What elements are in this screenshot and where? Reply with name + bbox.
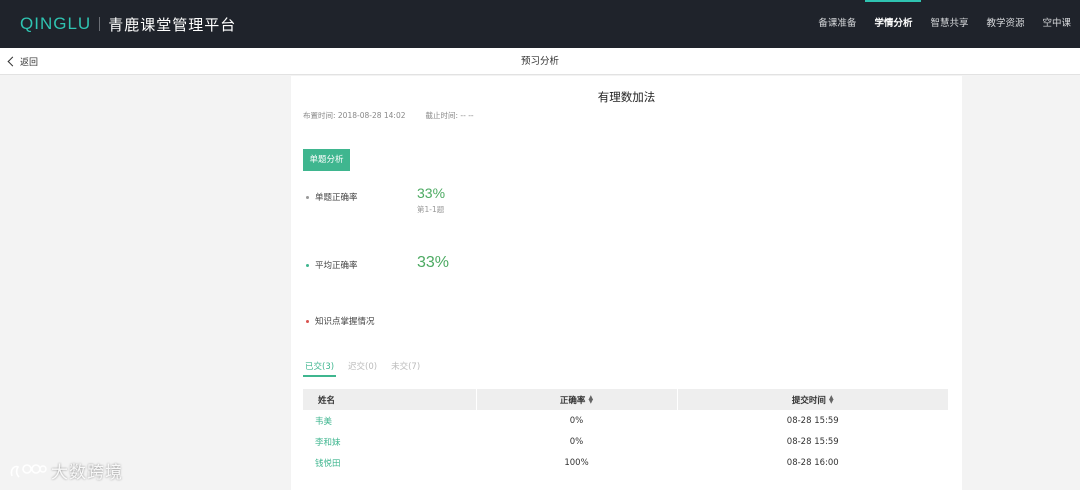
tab-late[interactable]: 迟交(0): [346, 360, 379, 377]
accuracy-cell: 0%: [569, 415, 584, 426]
nav-item-air-classroom[interactable]: 空中课: [1033, 0, 1080, 48]
table-row: 韦美 0% 08-28 15:59: [303, 410, 949, 431]
top-navbar: QINGLU 青鹿课堂管理平台 备课准备 学情分析 智慧共享 教学资源 空中课: [0, 0, 1080, 48]
student-name[interactable]: 钱悦田: [303, 452, 476, 473]
homework-title: 有理数加法: [597, 90, 656, 104]
bullet-dot: [306, 319, 309, 323]
avg-accuracy-label: 平均正确率: [306, 259, 358, 271]
tab-submitted[interactable]: 已交(3): [303, 360, 337, 377]
logo-mark: QINGLU: [20, 14, 92, 33]
col-header-accuracy-text: 正确率: [559, 395, 586, 406]
accuracy-cell: 100%: [564, 457, 589, 468]
back-label: 返回: [20, 58, 39, 68]
knowledge-mastery-label-text: 知识点掌握情况: [315, 317, 375, 327]
nav-item-teaching-resources[interactable]: 教学资源: [977, 0, 1033, 48]
sort-icon[interactable]: ▲ ▼: [829, 395, 834, 405]
assigned-time: 布置时间: 2018-08-28 14:02: [303, 111, 406, 120]
col-header-accuracy[interactable]: 正确率 ▲ ▼: [476, 389, 678, 410]
single-accuracy-label-text: 单题正确率: [315, 193, 358, 203]
bullet-dot: [306, 263, 309, 267]
analysis-card: 有理数加法 布置时间: 2018-08-28 14:02 截止时间: -- --…: [291, 76, 962, 490]
table-row: 钱悦田 100% 08-28 16:00: [303, 452, 949, 473]
sub-header: 预习分析 返回: [0, 48, 1080, 75]
page-title: 预习分析: [520, 56, 559, 67]
avg-accuracy-label-text: 平均正确率: [315, 261, 358, 271]
homework-meta: 布置时间: 2018-08-28 14:02 截止时间: -- --: [303, 110, 474, 121]
main-nav: 备课准备 学情分析 智慧共享 教学资源 空中课: [809, 0, 1080, 48]
submit-time-cell: 08-28 15:59: [786, 415, 839, 426]
back-button[interactable]: 返回: [7, 48, 38, 75]
watermark-text: 大数跨境: [51, 463, 123, 483]
knowledge-mastery-label: 知识点掌握情况: [306, 315, 375, 327]
submission-tabs: 已交(3) 迟交(0) 未交(7): [303, 360, 422, 377]
student-name[interactable]: 韦美: [303, 410, 476, 431]
submit-time-cell: 08-28 16:00: [786, 457, 839, 468]
col-header-name-text: 姓名: [318, 395, 336, 406]
bullet-dot: [306, 195, 309, 199]
single-accuracy-label: 单题正确率: [306, 191, 358, 203]
watermark: 大数跨境: [9, 458, 123, 483]
single-question-analysis-tag[interactable]: 单题分析: [303, 149, 350, 171]
brand-logo[interactable]: QINGLU 青鹿课堂管理平台: [20, 13, 236, 35]
avg-accuracy-value: 33%: [417, 254, 450, 271]
col-header-submit-time[interactable]: 提交时间 ▲ ▼: [677, 389, 949, 410]
sort-icon[interactable]: ▲ ▼: [588, 395, 593, 405]
table-header-row: 姓名 正确率 ▲ ▼ 提交时间 ▲ ▼: [303, 389, 949, 410]
single-accuracy-value: 33%: [417, 185, 446, 201]
col-header-submit-time-text: 提交时间: [791, 395, 826, 406]
col-header-name: 姓名: [303, 389, 477, 410]
logo-divider: [99, 17, 101, 31]
deadline-time: 截止时间: -- --: [425, 111, 474, 120]
nav-item-learning-analysis[interactable]: 学情分析: [865, 0, 922, 48]
accuracy-cell: 0%: [569, 436, 584, 447]
table-row: 李和妹 0% 08-28 15:59: [303, 431, 949, 452]
nav-item-lesson-prep[interactable]: 备课准备: [809, 0, 865, 48]
submission-table: 姓名 正确率 ▲ ▼ 提交时间 ▲ ▼ 韦美 0% 08-28 15:59 李和妹 0%…: [303, 389, 949, 473]
student-name[interactable]: 李和妹: [303, 431, 476, 452]
question-range: 第1-1题: [417, 205, 445, 214]
watermark-logo-icon: [10, 463, 47, 478]
nav-item-smart-share[interactable]: 智慧共享: [921, 0, 977, 48]
chevron-left-icon: [7, 56, 18, 67]
submit-time-cell: 08-28 15:59: [786, 436, 839, 447]
tab-not-submitted[interactable]: 未交(7): [389, 360, 422, 377]
platform-name: 青鹿课堂管理平台: [108, 15, 237, 34]
